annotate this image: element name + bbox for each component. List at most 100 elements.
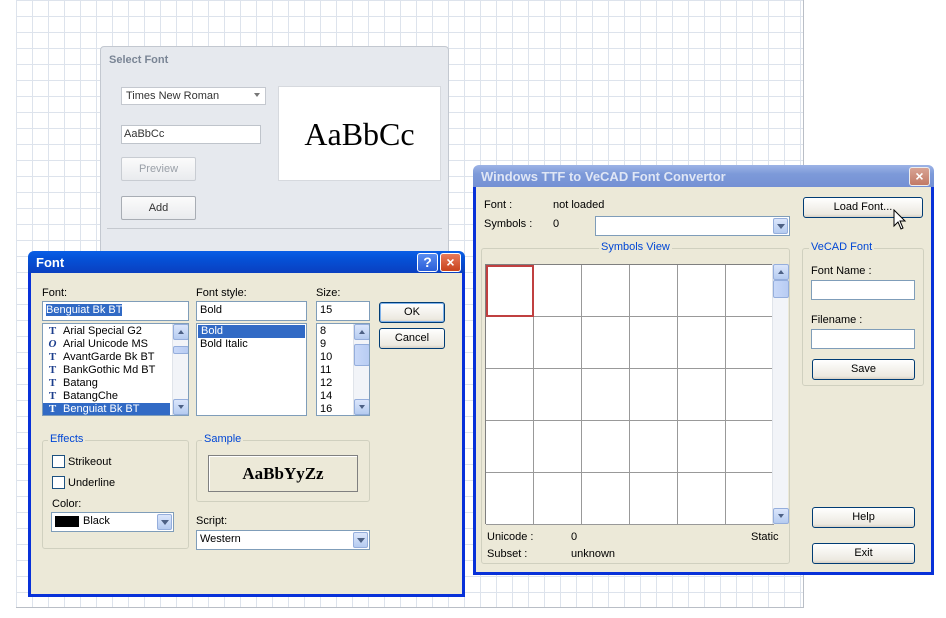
font-list-item[interactable]: T BatangChe [43,390,188,403]
symbols-scrollbar[interactable] [772,264,789,524]
close-icon[interactable]: × [440,253,461,272]
symbol-cell[interactable] [582,473,630,525]
font-listbox[interactable]: T Arial Special G2 O Arial Unicode MS T Ava… [42,323,189,416]
truetype-icon: T [48,364,57,376]
script-select[interactable]: Western [196,530,370,550]
symbol-cell[interactable] [630,369,678,421]
add-button[interactable]: Add [121,196,196,220]
cancel-button[interactable]: Cancel [379,328,445,349]
symbol-cell[interactable] [534,369,582,421]
scroll-thumb[interactable] [773,280,789,298]
symbol-cell[interactable] [582,421,630,473]
scroll-thumb[interactable] [173,346,188,354]
ok-button[interactable]: OK [379,302,445,323]
font-list-item[interactable]: O Arial Unicode MS [43,338,188,351]
symbol-cell[interactable] [726,265,774,317]
underline-checkbox[interactable] [52,476,65,489]
symbol-cell[interactable] [630,421,678,473]
symbol-cell[interactable] [678,369,726,421]
filename-input[interactable] [811,329,915,349]
symbol-cell[interactable] [726,473,774,525]
preview-button[interactable]: Preview [121,157,196,181]
font-list-item-selected[interactable]: T Benguiat Bk BT [43,403,170,415]
help-icon[interactable]: ? [417,253,438,272]
script-value: Western [200,533,241,545]
font-style-label: Font style: [196,287,247,299]
font-list-scrollbar[interactable] [172,324,188,415]
scroll-thumb[interactable] [354,344,369,366]
symbol-cell[interactable] [726,317,774,369]
font-style-field[interactable]: Bold [196,301,307,321]
symbol-cell[interactable] [678,421,726,473]
convertor-titlebar[interactable]: Windows TTF to VeCAD Font Convertor × [473,165,934,187]
sample-text-input[interactable]: AaBbCc [121,125,261,144]
strikeout-label: Strikeout [68,456,112,468]
symbol-cell[interactable] [486,421,534,473]
size-listbox[interactable]: 8 9 10 11 12 14 16 [316,323,370,416]
symbol-cell[interactable] [582,369,630,421]
subset-label: Subset : [487,548,528,560]
filename-label: Filename : [811,314,863,326]
scroll-up-icon[interactable] [173,324,188,340]
select-font-window: Select Font Times New Roman AaBbCc Previ… [100,46,449,256]
symbol-cell[interactable] [486,317,534,369]
strikeout-checkbox[interactable] [52,455,65,468]
select-font-title: Select Font [109,54,169,66]
truetype-icon: T [48,390,57,402]
symbol-cell[interactable] [630,473,678,525]
close-icon[interactable]: × [909,167,930,186]
style-list-item[interactable]: Bold Italic [197,338,306,351]
size-list-scrollbar[interactable] [353,324,369,415]
symbol-cell[interactable] [486,473,534,525]
symbol-cell[interactable] [534,317,582,369]
scroll-down-icon[interactable] [354,399,369,415]
symbol-cell[interactable] [486,265,534,317]
symbol-cell[interactable] [534,265,582,317]
dropdown-arrow-icon [353,532,368,548]
font-status: not loaded [553,199,605,211]
color-select[interactable]: Black [51,512,174,532]
dropdown-arrow-icon [773,218,788,234]
size-field[interactable]: 15 [316,301,370,321]
symbol-cell[interactable] [678,317,726,369]
symbol-cell[interactable] [726,369,774,421]
font-dialog-titlebar[interactable]: Font ? × [28,251,465,273]
color-value: Black [83,515,110,527]
symbol-cell[interactable] [630,317,678,369]
symbol-cell[interactable] [534,473,582,525]
symbol-cell[interactable] [630,265,678,317]
font-family-select[interactable]: Times New Roman [121,87,266,105]
symbol-cell[interactable] [726,421,774,473]
symbol-cell[interactable] [582,265,630,317]
truetype-icon: T [48,351,57,363]
symbol-cell[interactable] [534,421,582,473]
font-style-listbox[interactable]: Bold Bold Italic [196,323,307,416]
font-list-item[interactable]: T BankGothic Md BT [43,364,188,377]
subset-value: unknown [571,548,616,560]
save-button[interactable]: Save [812,359,915,380]
symbol-cell[interactable] [678,473,726,525]
size-label: Size: [316,287,341,299]
symbols-grid[interactable] [485,264,774,525]
font-name-field[interactable]: Benguiat Bk BT [42,301,189,321]
font-list-item[interactable]: T Batang [43,377,188,390]
scroll-up-icon[interactable] [773,264,789,280]
scroll-down-icon[interactable] [773,508,789,524]
exit-button[interactable]: Exit [812,543,915,564]
color-label: Color: [52,498,82,510]
style-list-item-selected[interactable]: Bold [198,325,305,338]
dropdown-arrow-icon [157,514,172,530]
symbol-cell[interactable] [678,265,726,317]
font-list-item[interactable]: T AvantGarde Bk BT [43,351,188,364]
scroll-up-icon[interactable] [354,324,369,340]
symbol-cell[interactable] [582,317,630,369]
font-list-item[interactable]: T Arial Special G2 [43,325,188,338]
truetype-icon: T [48,325,57,337]
help-button[interactable]: Help [812,507,915,528]
truetype-icon: T [48,377,57,389]
font-name-input[interactable] [811,280,915,300]
symbols-select[interactable] [595,216,790,236]
symbol-cell[interactable] [486,369,534,421]
scroll-down-icon[interactable] [173,399,188,415]
divider [107,228,442,229]
